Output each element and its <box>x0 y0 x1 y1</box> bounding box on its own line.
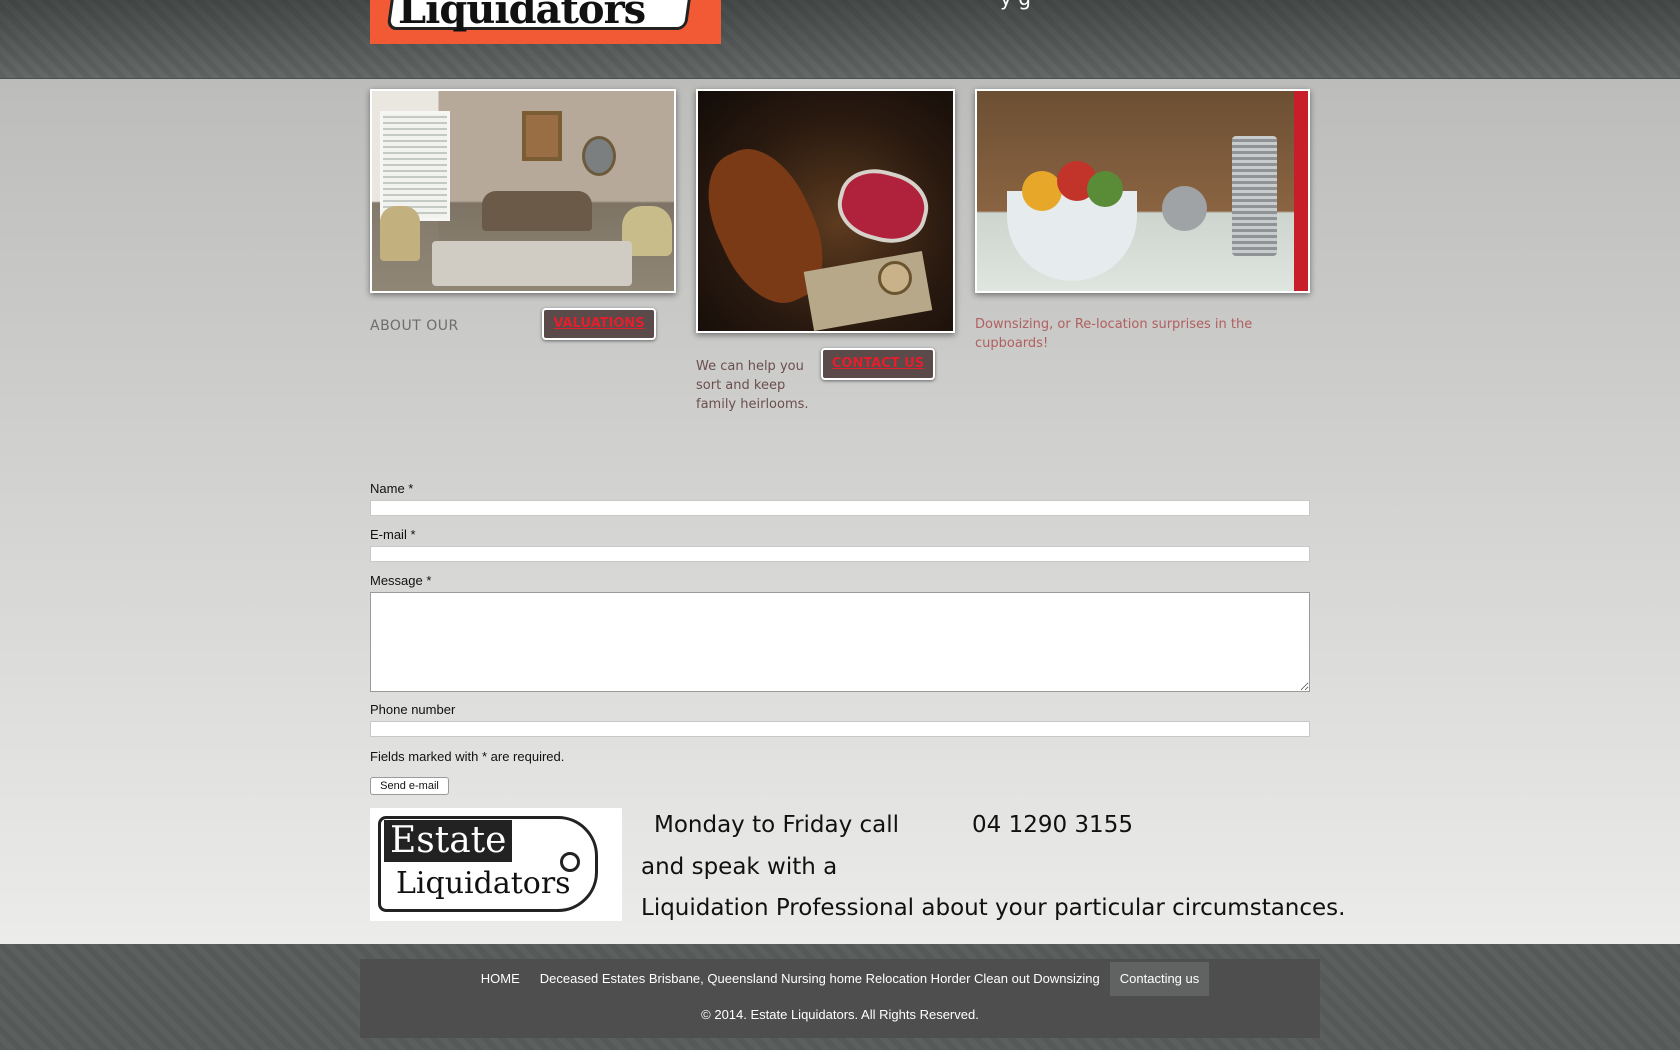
name-label: Name * <box>370 481 414 496</box>
footer-nav: HOME Deceased Estates Brisbane, Queensla… <box>360 959 1320 999</box>
copyright: © 2014. Estate Liquidators. All Rights R… <box>701 1007 979 1022</box>
promo-speak-text: and speak with a <box>641 854 838 880</box>
about-our-label: ABOUT OUR <box>370 318 459 334</box>
send-email-button[interactable]: Send e-mail <box>370 777 449 795</box>
valuations-button[interactable]: VALUATIONS <box>542 308 656 340</box>
footer-nav-contacting-us[interactable]: Contacting us <box>1109 962 1210 996</box>
email-label: E-mail * <box>370 527 416 542</box>
required-fields-note: Fields marked with * are required. <box>370 749 565 764</box>
promo-call-text: Monday to Friday call <box>654 812 900 838</box>
contact-us-button[interactable]: CONTACT US <box>821 348 935 380</box>
name-field[interactable] <box>370 500 1310 516</box>
estate-liquidators-logo: Estate Liquidators <box>370 808 622 921</box>
footer: HOME Deceased Estates Brisbane, Queensla… <box>360 959 1320 1038</box>
downsizing-text: Downsizing, or Re-location surprises in … <box>975 317 1253 351</box>
header-logo[interactable]: Liquidators <box>370 0 721 44</box>
promo-phone-number: 04 1290 3155 <box>972 812 1133 838</box>
footer-nav-home[interactable]: HOME <box>471 962 530 996</box>
logo-text: Liquidators <box>398 0 646 33</box>
message-label: Message * <box>370 573 432 588</box>
site-header <box>0 0 1680 79</box>
living-room-photo <box>370 89 676 293</box>
message-field[interactable] <box>370 592 1310 692</box>
email-field[interactable] <box>370 546 1310 562</box>
heirlooms-photo <box>696 89 955 333</box>
phone-field[interactable] <box>370 721 1310 737</box>
logo-word-estate: Estate <box>384 820 513 862</box>
kitchen-photo <box>975 89 1310 293</box>
footer-nav-deceased-estates[interactable]: Deceased Estates Brisbane, Queensland Nu… <box>530 962 1110 996</box>
phone-label: Phone number <box>370 702 456 717</box>
header-tagline: y g <box>1000 0 1031 10</box>
heirlooms-text: We can help you sort and keep family hei… <box>696 359 809 412</box>
logo-word-liquidators: Liquidators <box>396 866 571 901</box>
promo-professional-text: Liquidation Professional about your part… <box>641 895 1346 921</box>
